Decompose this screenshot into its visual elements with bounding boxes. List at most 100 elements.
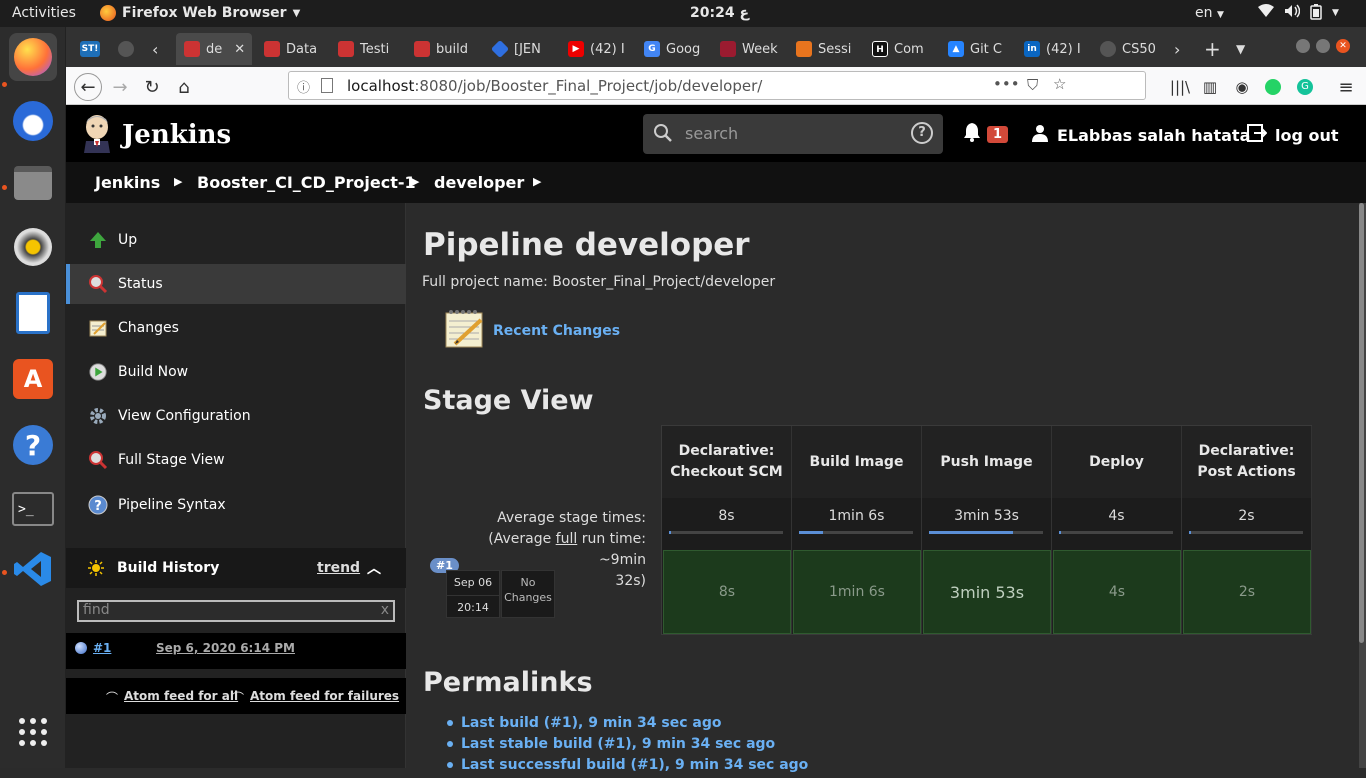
trend-link[interactable]: trend [317,560,360,576]
clear-filter-icon[interactable]: x [381,602,389,618]
sidebar-item-changes[interactable]: Changes [66,308,406,348]
tab-week[interactable]: Week [712,33,782,65]
system-menu[interactable]: ▼ [1258,4,1339,24]
forward-button[interactable]: → [106,73,134,101]
tab-data[interactable]: Data [256,33,326,65]
stage-result-cell[interactable]: 8s [663,550,791,634]
sidebar-item-full-stage-view[interactable]: Full Stage View [66,440,406,480]
run-date[interactable]: Sep 06 20:14 [446,570,500,618]
jenkins-logo[interactable]: Jenkins [82,113,231,157]
breadcrumb-jenkins[interactable]: Jenkins [95,173,160,192]
search-input[interactable]: search [685,124,738,143]
list-all-tabs-button[interactable]: ▼ [1232,33,1256,65]
build-date-link[interactable]: Sep 6, 2020 6:14 PM [156,641,295,655]
build-history-filter-input[interactable]: find x [77,600,395,622]
recent-changes-link[interactable]: Recent Changes [493,323,620,339]
dock-vscode[interactable] [9,547,57,595]
minimize-icon[interactable] [1296,39,1310,53]
collapse-chevron-icon[interactable]: ︿ [367,558,381,578]
tab-st[interactable]: ST! [72,33,102,65]
dock-files[interactable] [9,159,57,207]
pocket-icon[interactable]: ⛉ [1027,76,1038,94]
user-menu[interactable]: ELabbas salah hatata [1031,124,1250,146]
sidebar-item-up[interactable]: Up [66,220,406,260]
feed-all-link[interactable]: Atom feed for all [124,689,238,703]
bookmark-star-icon[interactable]: ☆ [1053,75,1066,93]
tab-linkedin[interactable]: in (42) I [1016,33,1086,65]
sidebar-item-view-configuration[interactable]: View Configuration [66,396,406,436]
clock[interactable]: 20:24 ع [690,5,749,21]
back-button[interactable]: ← [74,73,102,101]
close-tab-icon[interactable]: ✕ [234,42,245,57]
sidebar-item-status[interactable]: Status [66,264,406,304]
tab-testing[interactable]: Testi [330,33,400,65]
page-actions-icon[interactable]: ••• [993,75,1020,93]
sidebar-toggle-button[interactable]: ▥ [1196,73,1224,101]
dock-terminal[interactable]: >_ [9,485,57,533]
dock-show-apps[interactable] [9,710,57,758]
dock-firefox[interactable] [9,33,57,81]
notifications[interactable]: 1 [963,122,1009,146]
library-button[interactable]: |||\ [1166,73,1194,101]
logout-link[interactable]: log out [1247,124,1339,146]
sidebar-item-pipeline-syntax[interactable]: ? Pipeline Syntax [66,485,406,525]
tab-scroll-left-button[interactable]: ‹ [148,33,170,65]
tab-scroll-right-button[interactable]: › [1170,33,1192,65]
info-icon[interactable]: ⓘ [297,77,310,96]
permalink-last-stable-build[interactable]: Last stable build (#1), 9 min 34 sec ago [461,736,775,752]
whatsapp-extension[interactable] [1259,73,1287,101]
window-controls: ✕ [1296,39,1350,53]
tab-git[interactable]: ▲ Git C [940,33,1010,65]
dock-help[interactable]: ? [9,421,57,469]
dock-rhythmbox[interactable] [9,223,57,271]
page-scrollbar[interactable] [1359,203,1366,768]
tab-youtube[interactable]: ▶ (42) I [560,33,630,65]
stage-result-cell[interactable]: 4s [1053,550,1181,634]
search-help-icon[interactable]: ? [911,122,933,144]
breadcrumb-project[interactable]: Booster_CI_CD_Project-1 [197,173,416,192]
new-tab-button[interactable]: + [1200,33,1226,65]
build-number-link[interactable]: #1 [93,641,111,655]
tab-cs50[interactable]: CS50 [1092,33,1162,65]
sidebar-item-label: Pipeline Syntax [118,497,226,513]
maximize-icon[interactable] [1316,39,1330,53]
scrollbar-thumb[interactable] [1359,203,1364,643]
chevron-right-icon[interactable]: ▶ [533,175,541,188]
feed-failures-link[interactable]: Atom feed for failures [250,689,399,703]
recent-changes[interactable]: Recent Changes [443,307,620,355]
permalink-last-build[interactable]: Last build (#1), 9 min 34 sec ago [461,715,722,731]
dock-thunderbird[interactable] [9,97,57,145]
running-indicator [2,82,7,87]
activities-button[interactable]: Activities [12,5,76,21]
home-button[interactable]: ⌂ [170,73,198,101]
tab-build[interactable]: build [406,33,476,65]
dock-writer[interactable] [9,289,57,337]
build-row[interactable]: #1 Sep 6, 2020 6:14 PM [66,633,406,669]
tab-google[interactable]: G Goog [636,33,706,65]
tab-developer-active[interactable]: de ✕ [176,33,252,65]
grammarly-extension[interactable]: G [1291,73,1319,101]
menu-button[interactable]: ≡ [1332,73,1360,101]
sidebar-item-build-now[interactable]: Build Now [66,352,406,392]
app-menu[interactable]: Firefox Web Browser ▼ [100,5,300,21]
reload-button[interactable]: ↻ [138,73,166,101]
account-button[interactable]: ◉ [1228,73,1256,101]
close-window-icon[interactable]: ✕ [1336,39,1350,53]
dock-software[interactable]: A [9,355,57,403]
tab-session[interactable]: Sessi [788,33,858,65]
stage-result-cell[interactable]: 1min 6s [793,550,921,634]
stage-result-cell[interactable]: 3min 53s [923,550,1051,634]
breadcrumb-developer[interactable]: developer [434,173,524,192]
chevron-down-icon: ▼ [1236,42,1246,56]
chevron-right-icon[interactable]: ▶ [411,175,419,188]
search-box[interactable]: search ? [643,114,943,154]
url-bar[interactable]: ⓘ localhost:8080/job/Booster_Final_Proje… [288,71,1146,100]
tab-jira[interactable]: [JEN [484,33,554,65]
stage-result-cell[interactable]: 2s [1183,550,1311,634]
language-indicator[interactable]: en ▼ [1195,5,1224,21]
permalink-last-successful-build[interactable]: Last successful build (#1), 9 min 34 sec… [461,757,808,773]
tab-github[interactable] [110,33,140,65]
chevron-right-icon[interactable]: ▶ [174,175,182,188]
avg-full-link[interactable]: full [556,531,578,547]
tab-com[interactable]: H Com [864,33,934,65]
